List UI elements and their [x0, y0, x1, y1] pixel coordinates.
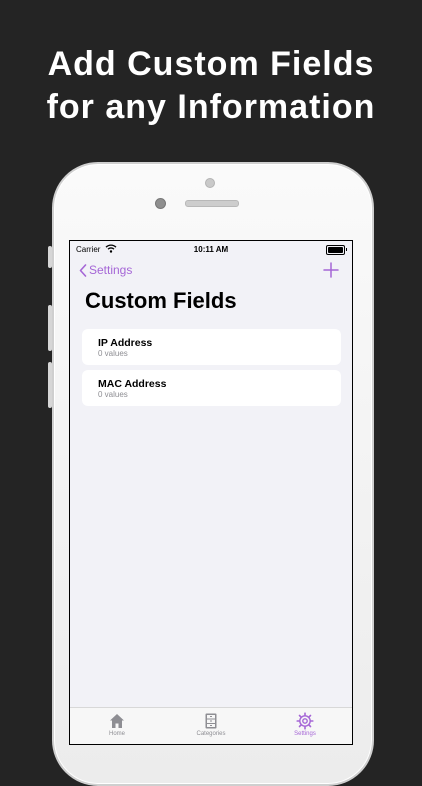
back-button-label: Settings [89, 263, 133, 277]
earpiece-speaker [185, 200, 239, 207]
status-time: 10:11 AM [193, 245, 229, 254]
field-value-count: 0 values [98, 349, 128, 358]
front-camera [205, 178, 215, 188]
chevron-left-icon [79, 263, 87, 277]
proximity-sensor [155, 198, 166, 209]
tab-settings-label: Settings [294, 731, 316, 737]
house-icon [110, 714, 124, 728]
field-name: MAC Address [98, 378, 167, 390]
phone-screen: Carrier 10:11 AM Settings Custom Fields … [69, 240, 353, 745]
plus-icon[interactable] [322, 261, 340, 279]
status-bar: Carrier 10:11 AM [70, 241, 352, 259]
tab-categories-label: Categories [196, 731, 226, 737]
tab-home[interactable]: Home [70, 708, 164, 744]
gear-icon [296, 712, 314, 730]
tab-settings[interactable]: Settings [258, 708, 352, 744]
page-title: Custom Fields [85, 288, 237, 313]
list-item[interactable]: IP Address 0 values [82, 329, 341, 365]
back-button[interactable]: Settings [79, 263, 132, 277]
field-name: IP Address [98, 337, 153, 349]
tab-categories[interactable]: Categories [164, 708, 258, 744]
headline-line-2: for any Information [46, 88, 376, 126]
tab-home-label: Home [108, 731, 125, 737]
tab-bar: Home Categories Settings [70, 707, 352, 744]
headline-line-1: Add Custom Fields [47, 45, 375, 83]
custom-fields-list: IP Address 0 values MAC Address 0 values [82, 329, 341, 411]
cabinet-icon [205, 713, 217, 729]
field-value-count: 0 values [98, 390, 128, 399]
list-item[interactable]: MAC Address 0 values [82, 370, 341, 406]
battery-icon [326, 245, 347, 255]
